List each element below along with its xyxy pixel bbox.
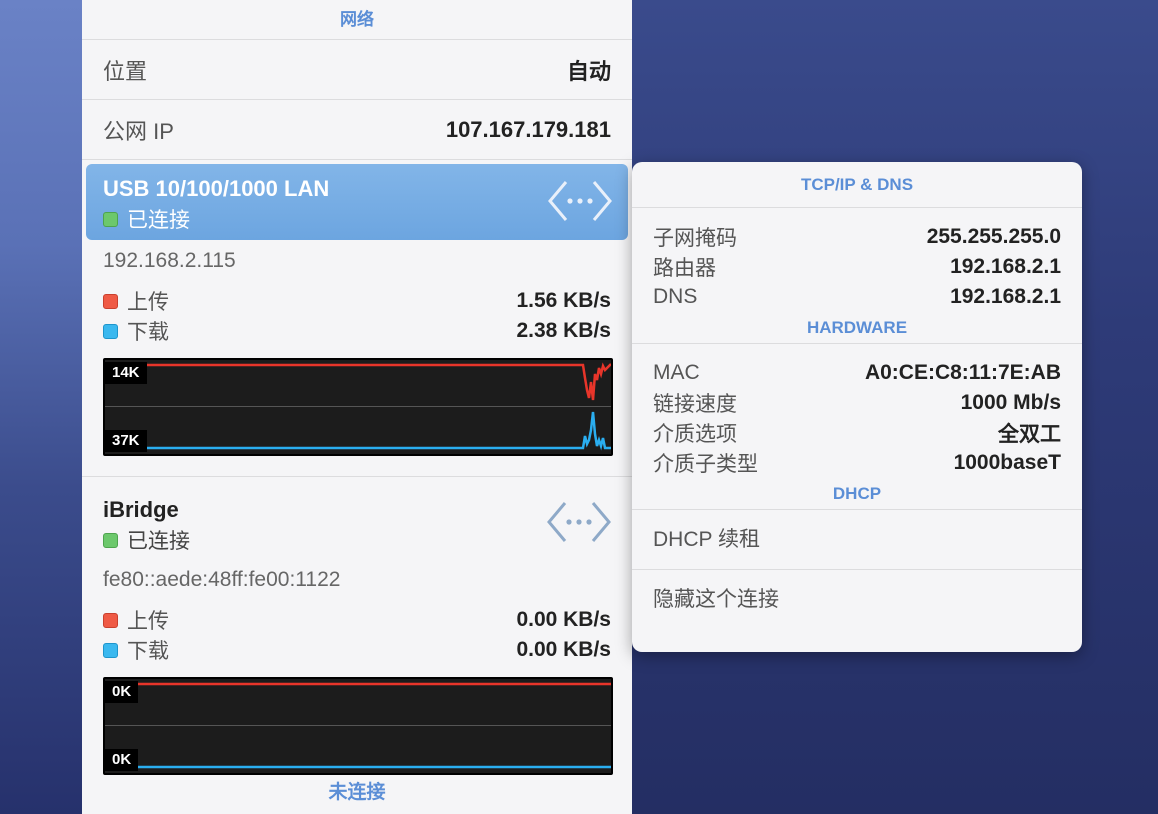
desktop-wallpaper-left [0,0,82,814]
network-section-title: 网络 [82,0,632,40]
detail-label: MAC [653,361,700,384]
ethernet-connection-icon [547,502,611,542]
detail-label: 介质子类型 [653,453,758,476]
interface-status: 已连接 [103,525,611,555]
detail-value: 1000baseT [953,451,1061,474]
connected-status-icon [103,532,118,548]
hardware-group: MAC A0:CE:C8:11:7E:AB 链接速度 1000 Mb/s 介质选… [632,344,1082,478]
graph-bottom-label: 0K [105,749,139,771]
tcpip-section-title: TCP/IP & DNS [632,162,1082,208]
graph-midline [105,725,611,726]
public-ip-value: 107.167.179.181 [445,116,611,142]
upload-value: 0.00 KB/s [516,608,611,631]
interface-status-text: 已连接 [127,209,190,232]
download-indicator-icon [103,642,118,658]
detail-value: 192.168.2.1 [950,255,1061,278]
location-row[interactable]: 位置 自动 [82,40,632,100]
interface-name: USB 10/100/1000 LAN [103,176,330,201]
detail-value: 全双工 [998,423,1061,446]
detail-value: 192.168.2.1 [950,285,1061,308]
tcpip-group: 子网掩码 255.255.255.0 路由器 192.168.2.1 DNS 1… [632,208,1082,312]
graph-top-label: 14K [105,362,147,384]
upload-row: 上传 0.00 KB/s [103,605,611,635]
network-panel: 网络 位置 自动 公网 IP 107.167.179.181 USB 10/10… [82,0,632,814]
hardware-section-title: HARDWARE [632,312,1082,344]
not-connected-link[interactable]: 未连接 [82,777,632,804]
detail-label: 路由器 [653,257,716,280]
detail-label: 介质选项 [653,423,737,446]
interface-usb-lan-header[interactable]: USB 10/100/1000 LAN 已连接 [86,164,628,240]
public-ip-label: 公网 IP [103,118,174,144]
interface-ibridge: iBridge 已连接 fe80::aede:48ff:fe00:1122 上传… [82,477,632,775]
interface-ip: fe80::aede:48ff:fe00:1122 [103,568,341,591]
upload-label: 上传 [127,291,169,314]
download-indicator-icon [103,323,118,339]
traffic-graph-lines [105,682,611,769]
download-row: 下载 0.00 KB/s [103,635,611,665]
download-value: 0.00 KB/s [516,638,611,661]
dns-row: DNS 192.168.2.1 [653,282,1061,312]
subnet-mask-row: 子网掩码 255.255.255.0 [653,222,1061,252]
dhcp-section-title: DHCP [632,478,1082,510]
dhcp-renew-button[interactable]: DHCP 续租 [632,510,1082,570]
connected-status-icon [103,211,118,227]
interface-ibridge-header[interactable]: iBridge 已连接 [103,477,611,553]
detail-value: 255.255.255.0 [926,225,1061,248]
graph-bottom-label: 37K [105,430,147,452]
media-options-row: 介质选项 全双工 [653,418,1061,448]
traffic-graph: 0K 0K [103,677,613,775]
interface-status: 已连接 [103,204,611,234]
upload-indicator-icon [103,293,118,309]
detail-label: DNS [653,285,698,308]
detail-value: 1000 Mb/s [960,391,1061,414]
media-subtype-row: 介质子类型 1000baseT [653,448,1061,478]
upload-indicator-icon [103,612,118,628]
detail-label: 子网掩码 [653,227,737,250]
download-label: 下载 [127,321,169,344]
download-label: 下载 [127,640,169,663]
location-label: 位置 [103,58,148,84]
mac-row: MAC A0:CE:C8:11:7E:AB [653,358,1061,388]
ethernet-connection-icon [548,181,612,221]
upload-value: 1.56 KB/s [516,289,611,312]
detail-label: 链接速度 [653,393,737,416]
interface-details-popover: TCP/IP & DNS 子网掩码 255.255.255.0 路由器 192.… [632,162,1082,652]
interface-status-text: 已连接 [127,530,190,553]
public-ip-row[interactable]: 公网 IP 107.167.179.181 [82,100,632,160]
detail-value: A0:CE:C8:11:7E:AB [864,361,1061,384]
hide-connection-button[interactable]: 隐藏这个连接 [632,570,1082,630]
interface-name: iBridge [103,497,179,522]
upload-label: 上传 [127,610,169,633]
interface-usb-lan: USB 10/100/1000 LAN 已连接 192.168.2.115 上传… [82,160,632,477]
upload-row: 上传 1.56 KB/s [103,286,611,316]
interface-ip: 192.168.2.115 [103,249,236,272]
link-speed-row: 链接速度 1000 Mb/s [653,388,1061,418]
graph-midline [105,406,611,407]
graph-top-label: 0K [105,681,139,703]
router-row: 路由器 192.168.2.1 [653,252,1061,282]
download-row: 下载 2.38 KB/s [103,316,611,346]
location-value: 自动 [566,58,611,84]
download-value: 2.38 KB/s [516,319,611,342]
traffic-graph-lines [105,362,611,451]
traffic-graph: 14K 37K [103,358,613,456]
